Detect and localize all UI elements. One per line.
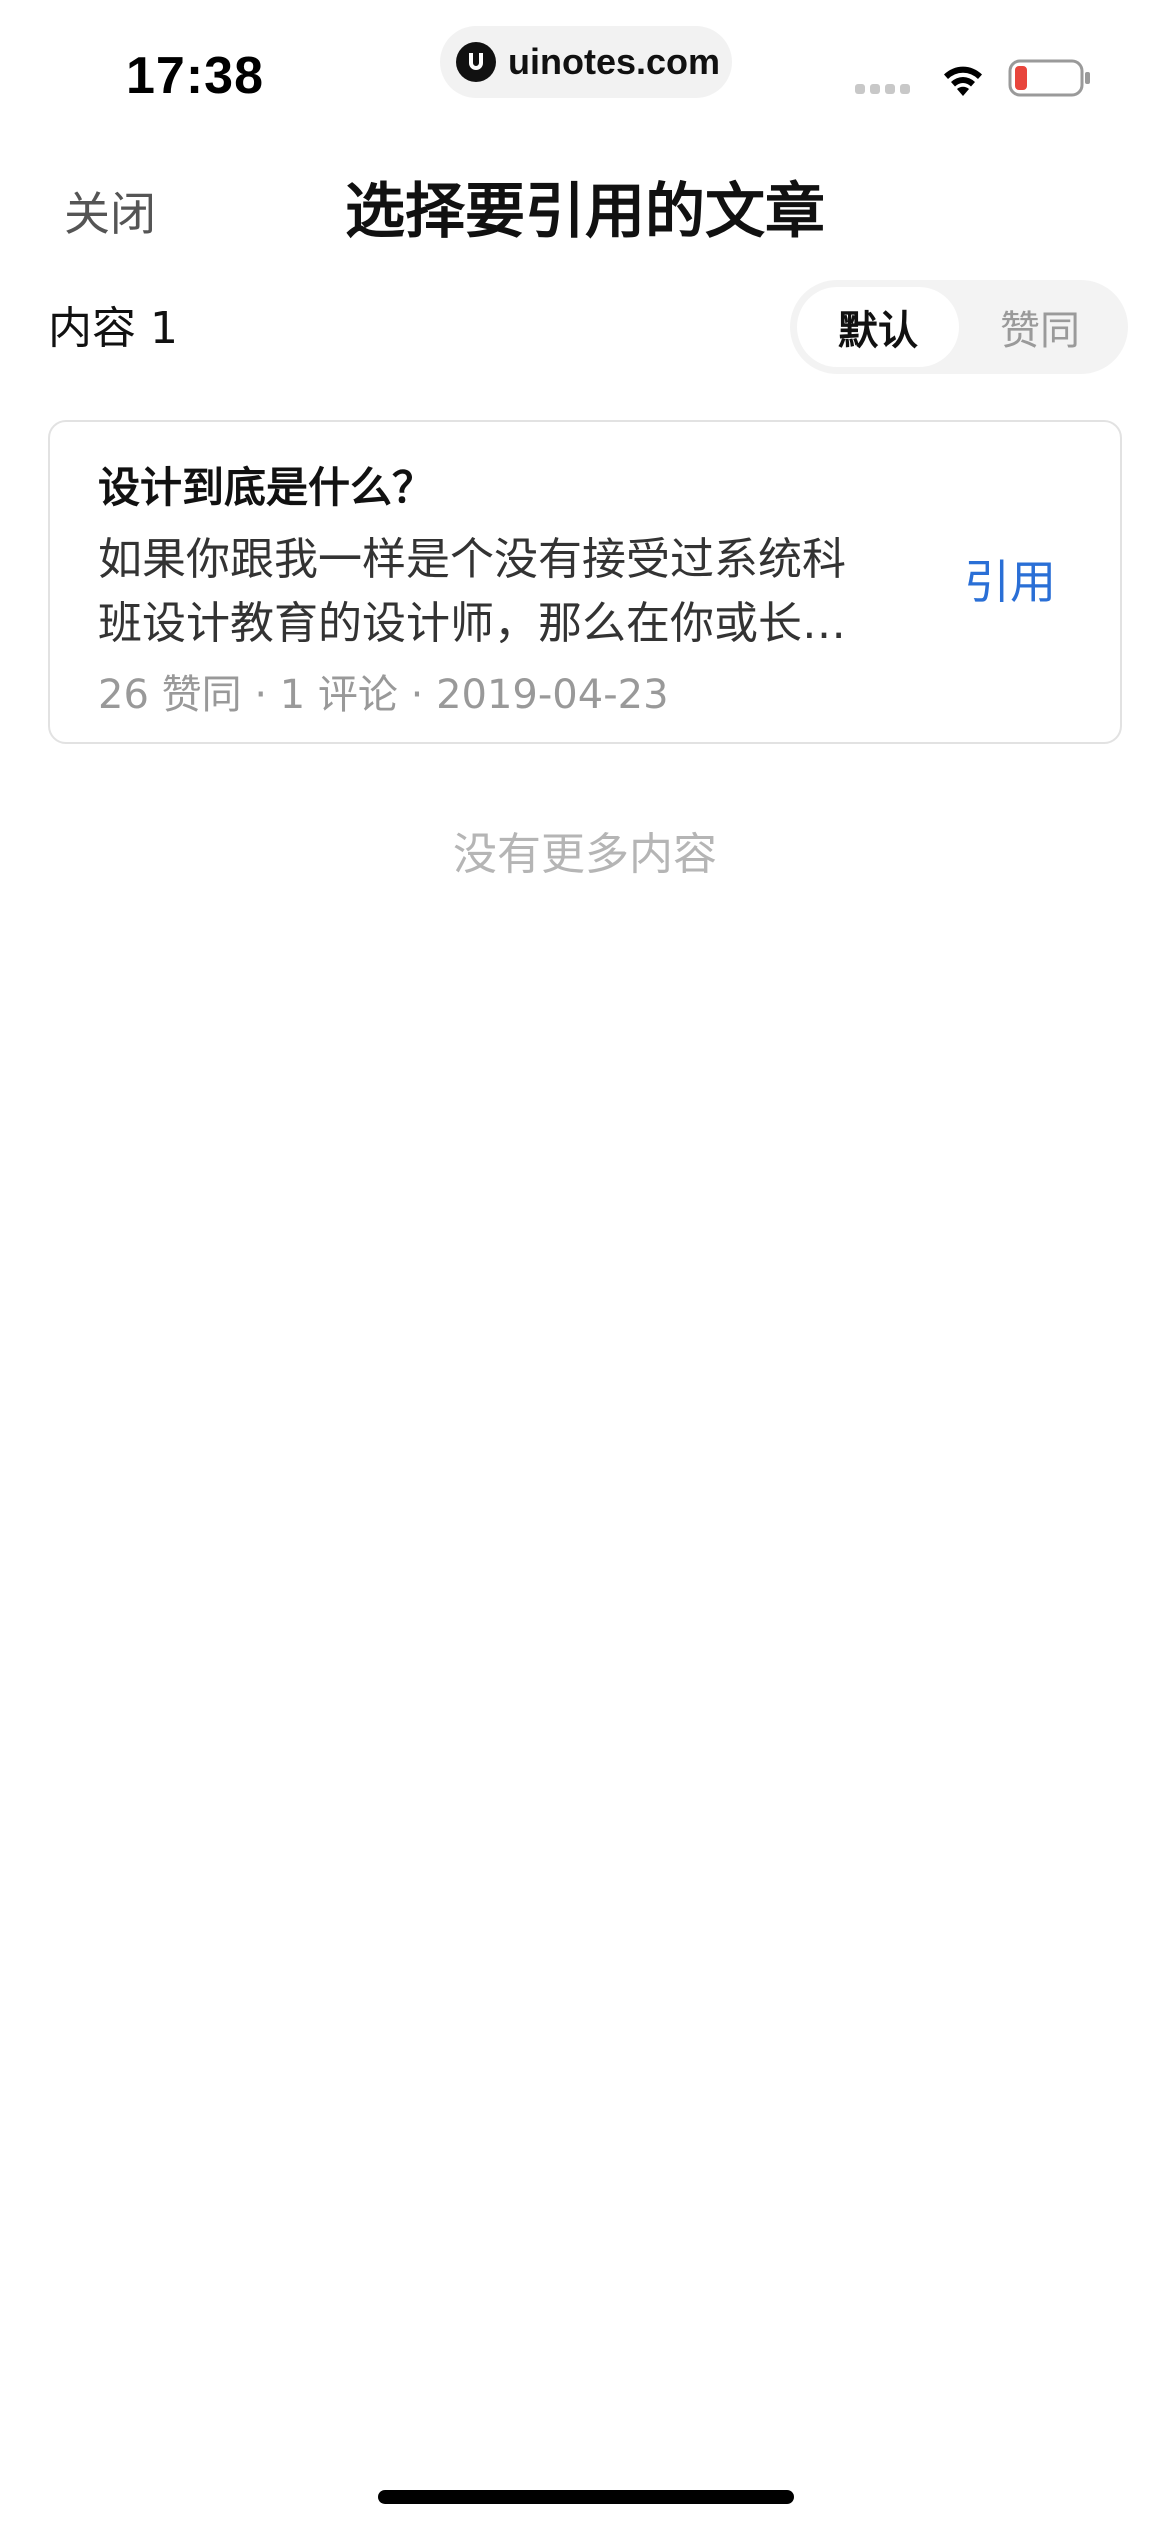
home-indicator (378, 2490, 794, 2504)
site-logo-icon (456, 42, 496, 82)
url-pill[interactable]: uinotes.com (440, 26, 732, 98)
article-excerpt: 如果你跟我一样是个没有接受过系统科班设计教育的设计师，那么在你或长… (98, 534, 846, 649)
page-title: 选择要引用的文章 (345, 177, 825, 247)
battery-low-icon (1008, 59, 1090, 97)
status-time: 17:38 (126, 47, 264, 105)
quote-button[interactable]: 引用 (964, 552, 1056, 612)
sort-option-upvotes[interactable]: 赞同 (959, 287, 1121, 367)
sort-option-default[interactable]: 默认 (797, 287, 959, 367)
url-text: uinotes.com (508, 41, 721, 82)
sort-segmented-control: 默认 赞同 (790, 280, 1128, 374)
article-card[interactable]: 设计到底是什么？ 如果你跟我一样是个没有接受过系统科班设计教育的设计师，那么在你… (48, 420, 1122, 744)
wifi-icon (944, 66, 982, 96)
article-meta: 26 赞同 · 1 评论 · 2019-04-23 (98, 672, 669, 718)
article-title: 设计到底是什么？ (98, 463, 435, 512)
content-count-label: 内容 1 (48, 303, 178, 354)
cellular-signal-icon (855, 84, 910, 94)
no-more-content-label: 没有更多内容 (453, 829, 717, 880)
